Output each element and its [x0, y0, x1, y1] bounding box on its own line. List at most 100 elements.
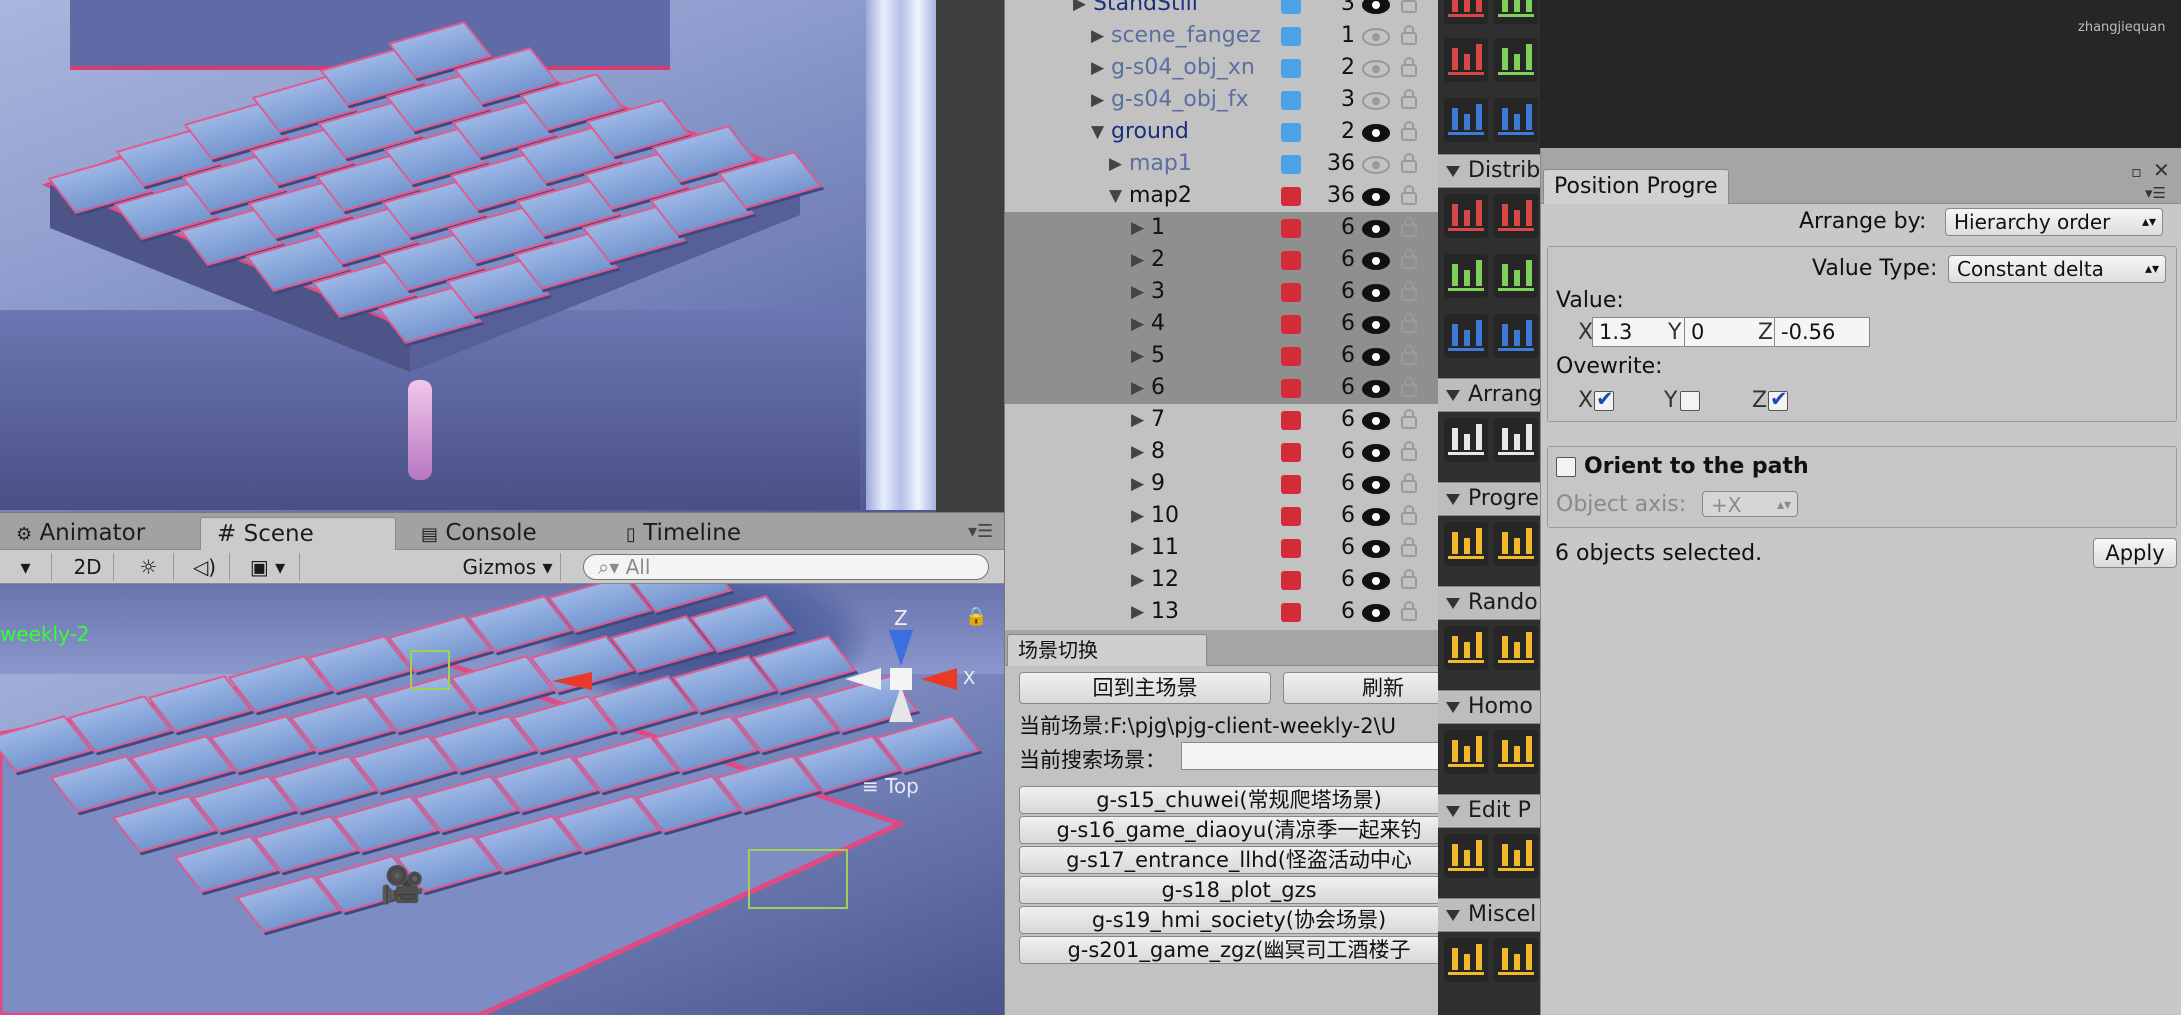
pick-lock-icon[interactable] [1400, 408, 1418, 430]
visibility-eye-icon[interactable] [1361, 25, 1391, 46]
align-tool-icon[interactable] [1494, 0, 1538, 24]
collapsed-arrow-icon[interactable]: ▶ [1131, 372, 1144, 404]
overwrite-z-checkbox[interactable] [1768, 387, 1788, 411]
hierarchy-row[interactable]: ▶ 11 6 [1005, 532, 1438, 564]
visibility-eye-icon[interactable] [1361, 249, 1391, 270]
tool-section-header[interactable]: Homo [1438, 690, 1540, 724]
tool-section-header[interactable]: Edit P [1438, 794, 1540, 828]
pick-lock-icon[interactable] [1400, 216, 1418, 238]
tool-icon[interactable] [1444, 522, 1488, 566]
pick-lock-icon[interactable] [1400, 280, 1418, 302]
hierarchy-row[interactable]: ▶ 13 6 [1005, 596, 1438, 628]
tool-icon[interactable] [1494, 626, 1538, 670]
scene-button[interactable]: g-s16_game_diaoyu(清凉季一起来钓 [1019, 816, 1438, 844]
collapsed-arrow-icon[interactable]: ▶ [1131, 532, 1144, 564]
tool-icon[interactable] [1444, 314, 1488, 358]
hierarchy-row[interactable]: ▶ StandStill 3 [1005, 0, 1438, 20]
gizmos-dropdown[interactable]: Gizmos ▾ [455, 553, 561, 581]
hierarchy-row[interactable]: ▶ 4 6 [1005, 308, 1438, 340]
hierarchy-row[interactable]: ▼ ground 2 [1005, 116, 1438, 148]
arrange-by-dropdown[interactable]: Hierarchy order ▴▾ [1945, 208, 2163, 236]
pick-lock-icon[interactable] [1400, 344, 1418, 366]
value-type-dropdown[interactable]: Constant delta ▴▾ [1948, 255, 2166, 283]
camera-icon[interactable]: 🎥 [380, 864, 425, 906]
collapsed-arrow-icon[interactable]: ▶ [1131, 340, 1144, 372]
visibility-eye-icon[interactable] [1361, 473, 1391, 494]
lighting-toggle-icon[interactable]: ☼ [124, 553, 174, 581]
pick-lock-icon[interactable] [1400, 56, 1418, 78]
hierarchy-row[interactable]: ▶ map1 36 [1005, 148, 1438, 180]
collapsed-arrow-icon[interactable]: ▶ [1131, 244, 1144, 276]
tool-section-header[interactable]: Arrang [1438, 378, 1540, 412]
pick-lock-icon[interactable] [1400, 536, 1418, 558]
tool-icon[interactable] [1494, 254, 1538, 298]
expanded-arrow-icon[interactable]: ▼ [1109, 180, 1122, 212]
visibility-eye-icon[interactable] [1361, 57, 1391, 78]
search-scene-input[interactable] [1181, 742, 1438, 770]
pick-lock-icon[interactable] [1400, 0, 1418, 14]
collapsed-arrow-icon[interactable]: ▶ [1073, 0, 1086, 20]
scene-button[interactable]: g-s17_entrance_llhd(怪盗活动中心 [1019, 846, 1438, 874]
tool-icon[interactable] [1494, 194, 1538, 238]
overwrite-y-checkbox[interactable] [1680, 391, 1700, 411]
tool-icon[interactable] [1494, 314, 1538, 358]
effects-dropdown-icon[interactable]: ▣ ▾ [236, 553, 300, 581]
tool-icon[interactable] [1494, 834, 1538, 878]
visibility-eye-icon[interactable] [1361, 0, 1391, 14]
hierarchy-row[interactable]: ▶ 7 6 [1005, 404, 1438, 436]
collapsed-arrow-icon[interactable]: ▶ [1131, 596, 1144, 628]
tool-icon[interactable] [1444, 938, 1488, 982]
expanded-arrow-icon[interactable]: ▼ [1091, 116, 1104, 148]
maximize-icon[interactable]: ▫ [2131, 162, 2142, 181]
close-icon[interactable]: ✕ [2153, 158, 2170, 182]
align-tool-icon[interactable] [1444, 38, 1488, 82]
visibility-eye-icon[interactable] [1361, 153, 1391, 174]
visibility-eye-icon[interactable] [1361, 537, 1391, 558]
visibility-eye-icon[interactable] [1361, 377, 1391, 398]
tool-icon[interactable] [1444, 254, 1488, 298]
window-menu-icon[interactable]: ▾☰ [2145, 184, 2166, 202]
hierarchy-row[interactable]: ▶ 5 6 [1005, 340, 1438, 372]
apply-button[interactable]: Apply [2093, 538, 2177, 568]
hierarchy-row[interactable]: ▶ g-s04_obj_fx 3 [1005, 84, 1438, 116]
pick-lock-icon[interactable] [1400, 440, 1418, 462]
hierarchy-row[interactable]: ▶ 10 6 [1005, 500, 1438, 532]
scene-button[interactable]: g-s15_chuwei(常规爬塔场景) [1019, 786, 1438, 814]
collapsed-arrow-icon[interactable]: ▶ [1131, 564, 1144, 596]
hierarchy-row[interactable]: ▶ 12 6 [1005, 564, 1438, 596]
align-tool-icon[interactable] [1494, 98, 1538, 142]
visibility-eye-icon[interactable] [1361, 345, 1391, 366]
hierarchy-row[interactable]: ▶ 9 6 [1005, 468, 1438, 500]
hierarchy-row[interactable]: ▶ 1 6 [1005, 212, 1438, 244]
align-tool-icon[interactable] [1444, 0, 1488, 24]
toggle-2d-button[interactable]: 2D [62, 553, 114, 581]
scene-button[interactable]: g-s201_game_zgz(幽冥司工酒楼子 [1019, 936, 1438, 964]
tool-section-header[interactable]: Progre [1438, 482, 1540, 516]
pick-lock-icon[interactable] [1400, 248, 1418, 270]
visibility-eye-icon[interactable] [1361, 441, 1391, 462]
collapsed-arrow-icon[interactable]: ▶ [1131, 276, 1144, 308]
visibility-eye-icon[interactable] [1361, 185, 1391, 206]
visibility-eye-icon[interactable] [1361, 505, 1391, 526]
overwrite-x-checkbox[interactable] [1594, 387, 1614, 411]
collapsed-arrow-icon[interactable]: ▶ [1091, 84, 1104, 116]
pick-lock-icon[interactable] [1400, 568, 1418, 590]
tab-scene-switch[interactable]: 场景切换 [1007, 634, 1207, 666]
shading-dropdown[interactable]: ▾ [0, 553, 52, 581]
collapsed-arrow-icon[interactable]: ▶ [1091, 20, 1104, 52]
visibility-eye-icon[interactable] [1361, 409, 1391, 430]
pick-lock-icon[interactable] [1400, 152, 1418, 174]
orient-to-path-checkbox[interactable] [1556, 457, 1576, 477]
gizmo-x-cone-icon[interactable] [921, 668, 957, 690]
pick-lock-icon[interactable] [1400, 120, 1418, 142]
scene-search-input[interactable]: ⌕▾ All [583, 554, 989, 580]
orientation-gizmo[interactable]: Z X 🔒 [845, 606, 995, 736]
gizmo-center-cube-icon[interactable] [890, 668, 912, 690]
pick-lock-icon[interactable] [1400, 504, 1418, 526]
gizmo-lock-icon[interactable]: 🔒 [965, 606, 987, 627]
hierarchy-row[interactable]: ▶ 2 6 [1005, 244, 1438, 276]
visibility-eye-icon[interactable] [1361, 121, 1391, 142]
tool-icon[interactable] [1494, 730, 1538, 774]
hierarchy-row[interactable]: ▶ 8 6 [1005, 436, 1438, 468]
collapsed-arrow-icon[interactable]: ▶ [1131, 308, 1144, 340]
